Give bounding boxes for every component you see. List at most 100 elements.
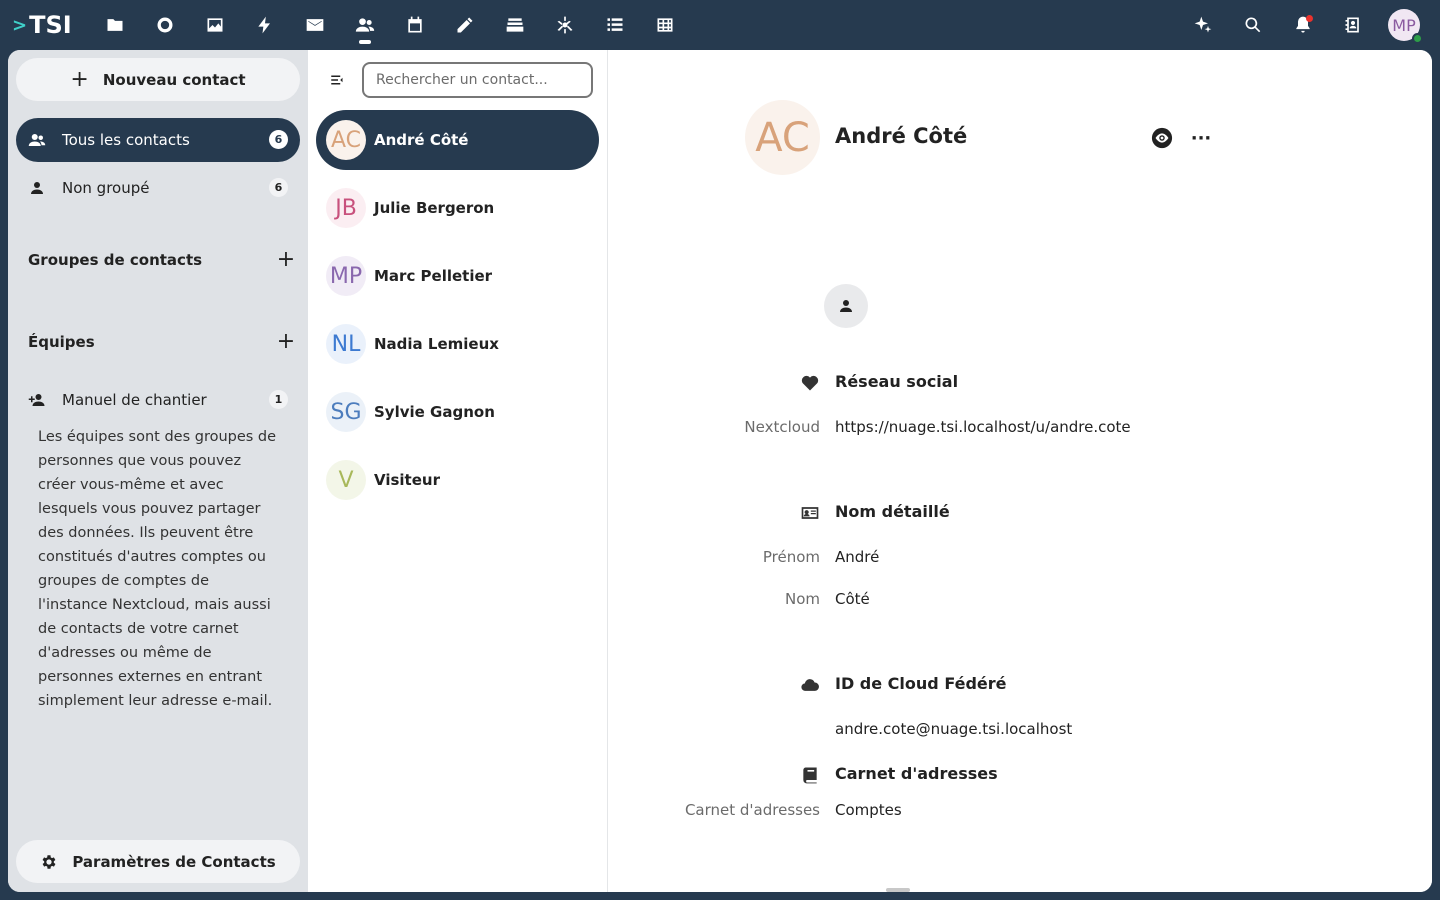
app-contacts[interactable]: [340, 0, 390, 50]
contact-item[interactable]: MP Marc Pelletier: [316, 246, 599, 306]
assistant-button[interactable]: [1178, 0, 1228, 50]
app-circle[interactable]: [140, 0, 190, 50]
last-name-row: Nom Côté: [608, 590, 1432, 612]
notifications-button[interactable]: [1278, 0, 1328, 50]
app-deck[interactable]: [490, 0, 540, 50]
property-value[interactable]: André: [835, 548, 879, 566]
nav-item-all-contacts[interactable]: Tous les contacts 6: [16, 118, 300, 162]
app-tasks[interactable]: [590, 0, 640, 50]
tasks-icon: [607, 18, 623, 31]
circle-icon: [157, 17, 173, 33]
scroll-indicator: [886, 888, 910, 892]
app-notes[interactable]: [440, 0, 490, 50]
contact-name: André Côté: [374, 131, 469, 149]
contact-item[interactable]: NL Nadia Lemieux: [316, 314, 599, 374]
nav-item-team[interactable]: Manuel de chantier 1: [16, 378, 300, 422]
contact-name: Marc Pelletier: [374, 267, 493, 285]
app-assistant[interactable]: [540, 0, 590, 50]
teams-section-header: Équipes +: [28, 329, 298, 354]
logo-chevron: >: [12, 14, 28, 36]
app-files[interactable]: [90, 0, 140, 50]
section-title: ID de Cloud Fédéré: [835, 674, 1007, 693]
first-name-row: Prénom André: [608, 548, 1432, 570]
contact-avatar: AC: [326, 120, 366, 160]
contact-avatar-large[interactable]: AC: [745, 100, 820, 175]
property-value[interactable]: Côté: [835, 590, 870, 608]
new-contact-label: Nouveau contact: [102, 70, 246, 89]
section-title: Nom détaillé: [835, 502, 950, 521]
contact-item[interactable]: AC André Côté: [316, 110, 599, 170]
contact-list-panel: AC André Côté JB Julie Bergeron MP Marc …: [308, 50, 608, 892]
property-value[interactable]: https://nuage.tsi.localhost/u/andre.cote: [835, 418, 1131, 436]
section-title: Carnet d'adresses: [835, 764, 998, 783]
add-photo-button[interactable]: [824, 284, 868, 328]
property-label: Prénom: [762, 548, 820, 566]
mail-icon: [306, 19, 324, 31]
heart-icon: [801, 375, 819, 391]
eye-icon: [1151, 127, 1173, 149]
app-calendar[interactable]: [390, 0, 440, 50]
section-title: Réseau social: [835, 372, 959, 391]
contact-avatar: MP: [326, 256, 366, 296]
groups-section-header: Groupes de contacts +: [28, 247, 298, 272]
notification-dot: [1306, 15, 1313, 22]
social-section-header: Réseau social: [608, 371, 1432, 395]
property-value[interactable]: andre.cote@nuage.tsi.localhost: [835, 720, 1072, 738]
gear-icon: [42, 854, 56, 869]
app-photos[interactable]: [190, 0, 240, 50]
notes-icon: [457, 17, 473, 33]
brand-logo[interactable]: > TSI: [12, 10, 72, 40]
teams-title: Équipes: [28, 332, 95, 351]
addressbook-row: Carnet d'adresses Comptes: [608, 801, 1432, 823]
property-label[interactable]: Nextcloud: [744, 418, 820, 436]
search-icon: [1245, 17, 1261, 33]
toggle-navigation-button[interactable]: [326, 70, 350, 90]
more-actions-button[interactable]: ···: [1189, 126, 1213, 150]
contacts-menu-button[interactable]: [1328, 0, 1378, 50]
new-contact-button[interactable]: + Nouveau contact: [16, 58, 300, 101]
person-icon: [31, 182, 43, 194]
contact-details: AC André Côté ··· Réseau social Nextclou…: [608, 50, 1432, 892]
groups-title: Groupes de contacts: [28, 250, 203, 269]
add-team-button[interactable]: +: [274, 329, 298, 354]
app-tables[interactable]: [640, 0, 690, 50]
sparkle-icon: [1194, 16, 1212, 33]
contact-search-input[interactable]: [362, 62, 593, 98]
menu-collapse-icon: [331, 75, 343, 85]
contact-name: Nadia Lemieux: [374, 335, 499, 353]
app-navigation: + Nouveau contact Tous les contacts 6 No…: [8, 50, 308, 892]
contact-name: Sylvie Gagnon: [374, 403, 495, 421]
property-label: Carnet d'adresses: [684, 801, 820, 819]
id-card-icon: [801, 507, 819, 519]
settings-label: Paramètres de Contacts: [72, 852, 276, 871]
user-avatar[interactable]: MP: [1388, 9, 1423, 44]
contacts-book-icon: [1345, 17, 1359, 33]
property-value[interactable]: Comptes: [835, 801, 902, 819]
contact-item[interactable]: SG Sylvie Gagnon: [316, 382, 599, 442]
contact-item[interactable]: JB Julie Bergeron: [316, 178, 599, 238]
social-row: Nextcloud https://nuage.tsi.localhost/u/…: [608, 418, 1432, 440]
contacts-settings-button[interactable]: Paramètres de Contacts: [16, 840, 300, 883]
contact-full-name[interactable]: André Côté: [835, 124, 967, 148]
contact-item[interactable]: V Visiteur: [316, 450, 599, 510]
preview-mode-button[interactable]: [1150, 126, 1174, 150]
contact-avatar: V: [326, 460, 366, 500]
nav-item-label: Manuel de chantier: [62, 391, 207, 409]
app-activity[interactable]: [240, 0, 290, 50]
contact-avatar: SG: [326, 392, 366, 432]
activity-icon: [258, 16, 270, 34]
tables-icon: [657, 18, 673, 32]
files-icon: [107, 19, 123, 31]
count-badge: 1: [269, 390, 288, 409]
addressbook-section-header: Carnet d'adresses: [608, 763, 1432, 787]
count-badge: 6: [269, 178, 288, 197]
search-button[interactable]: [1228, 0, 1278, 50]
nav-item-ungrouped[interactable]: Non groupé 6: [16, 166, 300, 210]
cloud-id-row: andre.cote@nuage.tsi.localhost: [608, 720, 1432, 742]
app-window: + Nouveau contact Tous les contacts 6 No…: [8, 50, 1432, 892]
plus-icon: +: [70, 66, 89, 92]
deck-icon: [506, 18, 524, 32]
cloud-icon: [801, 679, 819, 691]
app-mail[interactable]: [290, 0, 340, 50]
add-group-button[interactable]: +: [274, 247, 298, 272]
